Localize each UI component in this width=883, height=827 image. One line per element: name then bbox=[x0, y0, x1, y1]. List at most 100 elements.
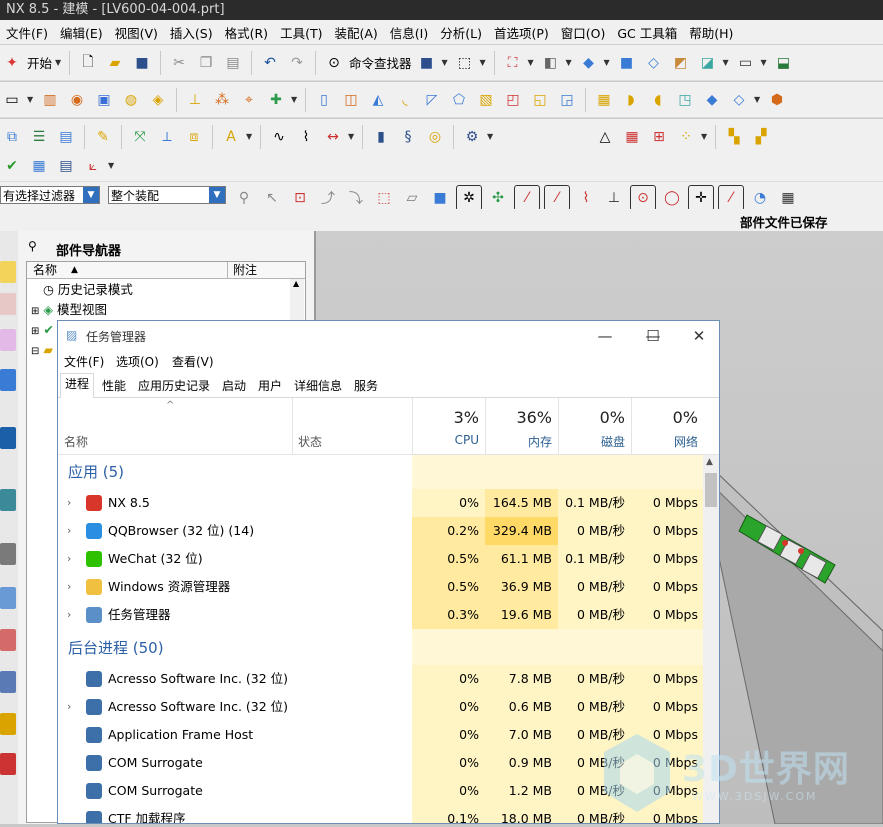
menu-gc-toolbox[interactable]: GC 工具箱 bbox=[611, 23, 683, 42]
chevron-down-icon[interactable]: ▼ bbox=[291, 95, 299, 104]
scroll-up-icon[interactable]: ▲ bbox=[706, 457, 713, 467]
point-icon[interactable]: ⌖ bbox=[237, 88, 261, 112]
column-header-status[interactable]: 状态 bbox=[298, 433, 322, 450]
tab-services[interactable]: 服务 bbox=[349, 375, 383, 397]
tm-menu-options[interactable]: 选项(O) bbox=[116, 353, 159, 370]
scope-dropdown[interactable]: 整个装配 ▼ bbox=[108, 186, 226, 204]
filter-icon[interactable]: ⚲ bbox=[232, 186, 256, 210]
control-point-icon[interactable]: ⌇ bbox=[574, 186, 598, 210]
move-component-icon[interactable]: ⤧ bbox=[128, 125, 152, 149]
chevron-down-icon[interactable]: ▼ bbox=[761, 58, 769, 67]
tree-row-model-history[interactable]: ⊟ ▰ bbox=[27, 340, 53, 359]
maximize-button[interactable]: ☐ bbox=[633, 325, 673, 347]
process-row[interactable]: Acresso Software Inc. (32 位) 0% 7.8 MB 0 MB… bbox=[58, 665, 703, 693]
paste-icon[interactable]: ▤ bbox=[221, 51, 245, 75]
cut-icon[interactable]: ✂ bbox=[167, 51, 191, 75]
draft-icon[interactable]: ⬠ bbox=[447, 88, 471, 112]
tm-menu-view[interactable]: 查看(V) bbox=[172, 353, 214, 370]
menu-view[interactable]: 视图(V) bbox=[109, 23, 164, 42]
point-on-curve-icon[interactable]: ⁄ bbox=[718, 185, 744, 211]
chevron-down-icon[interactable]: ▼ bbox=[108, 161, 116, 170]
blocks-icon[interactable]: ▚ bbox=[722, 125, 746, 149]
menu-analysis[interactable]: 分析(L) bbox=[434, 23, 488, 42]
layer-stack-icon[interactable]: ☰ bbox=[27, 125, 51, 149]
menu-tools[interactable]: 工具(T) bbox=[274, 23, 328, 42]
manufacturing-wizards-icon[interactable] bbox=[0, 671, 16, 693]
process-row[interactable]: › NX 8.5 0% 164.5 MB 0.1 MB/秒 0 Mbps bbox=[58, 489, 703, 517]
render-style-icon[interactable]: ◧ bbox=[539, 51, 563, 75]
rib-icon[interactable]: ◖ bbox=[646, 88, 670, 112]
process-row[interactable]: › 任务管理器 0.3% 19.6 MB 0 MB/秒 0 Mbps bbox=[58, 601, 703, 629]
layer-icon[interactable]: ⬓ bbox=[772, 51, 796, 75]
pattern-icon[interactable]: ⁂ bbox=[210, 88, 234, 112]
offset-face-icon[interactable]: ◭ bbox=[366, 88, 390, 112]
eraser-icon[interactable]: ▱ bbox=[400, 186, 424, 210]
sweep-icon[interactable]: ◲ bbox=[555, 88, 579, 112]
constraint-icon[interactable]: ⟂ bbox=[155, 125, 179, 149]
select-paint-icon[interactable]: ⤵ bbox=[344, 186, 368, 210]
undo-icon[interactable]: ↶ bbox=[258, 51, 282, 75]
system-scenes-icon[interactable] bbox=[0, 753, 16, 775]
trim-body-icon[interactable]: ◫ bbox=[339, 88, 363, 112]
sketch-icon[interactable]: ▭ bbox=[0, 88, 24, 112]
chevron-down-icon[interactable]: ▼ bbox=[348, 132, 356, 141]
note-icon[interactable]: ✎ bbox=[91, 125, 115, 149]
snap-settings-icon[interactable]: ✣ bbox=[486, 186, 510, 210]
select-arrow-icon[interactable]: ↖ bbox=[260, 186, 284, 210]
constraint-navigator-icon[interactable] bbox=[0, 293, 16, 315]
menu-preferences[interactable]: 首选项(P) bbox=[488, 23, 555, 42]
tangent-icon[interactable]: ◯ bbox=[660, 186, 684, 210]
column-header-note[interactable]: 附注 bbox=[233, 262, 257, 278]
plane-view-icon[interactable]: ◪ bbox=[696, 51, 720, 75]
chevron-down-icon[interactable]: ▼ bbox=[604, 58, 612, 67]
web-browser-icon[interactable] bbox=[0, 489, 16, 511]
copy-icon[interactable]: ❐ bbox=[194, 51, 218, 75]
bearing-icon[interactable]: ◎ bbox=[423, 125, 447, 149]
column-header-name[interactable]: 名称 bbox=[33, 262, 57, 278]
tab-app-history[interactable]: 应用历史记录 bbox=[133, 375, 215, 397]
open-folder-icon[interactable]: ▰ bbox=[103, 51, 127, 75]
save-icon[interactable]: ■ bbox=[130, 51, 154, 75]
chevron-right-icon[interactable]: › bbox=[67, 517, 71, 545]
grid-icon[interactable]: ▦ bbox=[776, 186, 800, 210]
selection-filter-dropdown[interactable]: 有选择过滤器 ▼ bbox=[0, 186, 100, 204]
history-icon[interactable] bbox=[0, 543, 16, 565]
chevron-right-icon[interactable]: › bbox=[67, 489, 71, 517]
column-header-cpu[interactable]: 3% CPU bbox=[412, 398, 485, 454]
point-on-face-icon[interactable]: ◔ bbox=[748, 186, 772, 210]
tab-users[interactable]: 用户 bbox=[253, 375, 287, 397]
menu-insert[interactable]: 插入(S) bbox=[164, 23, 219, 42]
chevron-right-icon[interactable]: › bbox=[67, 601, 71, 629]
select-lasso-icon[interactable]: ⤴ bbox=[316, 186, 340, 210]
chevron-down-icon[interactable]: ▼ bbox=[209, 187, 225, 203]
unite-icon[interactable]: ✚ bbox=[264, 88, 288, 112]
chevron-down-icon[interactable]: ▼ bbox=[27, 95, 35, 104]
menu-window[interactable]: 窗口(O) bbox=[555, 23, 612, 42]
hole-icon[interactable]: ◍ bbox=[119, 88, 143, 112]
column-header-memory[interactable]: 36% 内存 bbox=[485, 398, 558, 454]
tm-menu-file[interactable]: 文件(F) bbox=[64, 353, 104, 370]
tree-row-history-mode[interactable]: ◷ 历史记录模式 bbox=[27, 280, 133, 299]
assembly-navigator-icon[interactable] bbox=[0, 261, 16, 283]
checkmark-icon[interactable]: ✔ bbox=[0, 154, 24, 178]
face-icon[interactable]: ◱ bbox=[528, 88, 552, 112]
expand-plus-icon[interactable]: ⊞ bbox=[31, 326, 39, 337]
mirror-icon[interactable]: ◗ bbox=[619, 88, 643, 112]
process-studio-icon[interactable] bbox=[0, 629, 16, 651]
extrude-icon[interactable]: ▥ bbox=[38, 88, 62, 112]
part-navigator-icon[interactable] bbox=[0, 329, 16, 351]
chevron-down-icon[interactable]: ▼ bbox=[528, 58, 536, 67]
boss-icon[interactable]: ◈ bbox=[146, 88, 170, 112]
scroll-up-icon[interactable]: ▲ bbox=[293, 279, 299, 288]
cylinder-icon[interactable]: ▮ bbox=[369, 125, 393, 149]
selection-icon[interactable]: ⬚ bbox=[453, 51, 477, 75]
snap-all-icon[interactable]: ✲ bbox=[456, 185, 482, 211]
select-box-icon[interactable]: ⊡ bbox=[288, 186, 312, 210]
tree-row-camera[interactable]: ⊞ ✔ bbox=[27, 320, 54, 339]
chevron-down-icon[interactable]: ▼ bbox=[480, 58, 488, 67]
clusters-icon[interactable]: ⁘ bbox=[674, 125, 698, 149]
scrollbar-thumb[interactable] bbox=[705, 473, 717, 507]
chevron-down-icon[interactable]: ▼ bbox=[246, 132, 254, 141]
grid-table-icon[interactable]: ▦ bbox=[620, 125, 644, 149]
chevron-right-icon[interactable]: › bbox=[67, 693, 71, 721]
